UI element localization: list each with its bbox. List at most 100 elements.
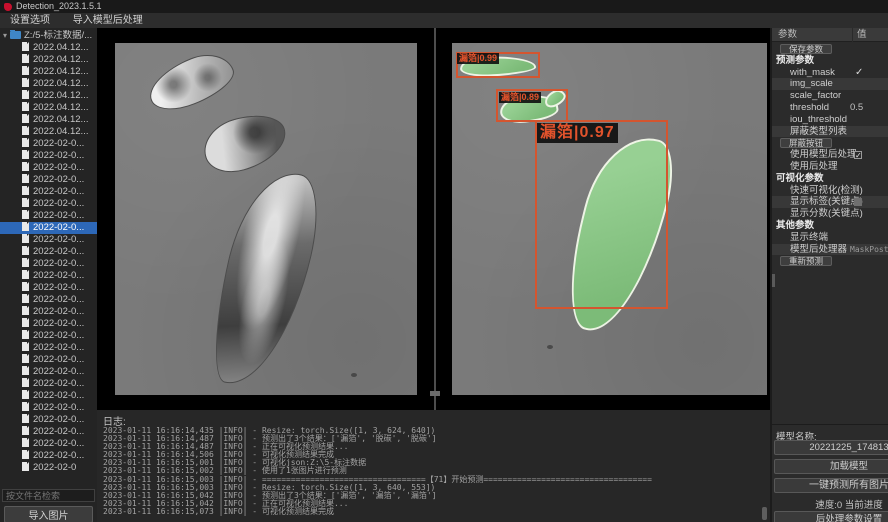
splitter-handle[interactable] — [430, 391, 440, 396]
tree-item[interactable]: 2022.04.12... — [0, 114, 97, 126]
tree-item[interactable]: 2022.04.12... — [0, 90, 97, 102]
params-table-header: 参数 值 — [772, 28, 888, 42]
tree-item-label: 2022-02-0... — [33, 246, 84, 257]
image-viewer: 漏箔|0.99 漏箔|0.89 漏箔|0.97 — [97, 28, 770, 410]
param-label: 显示分数(关键点) — [790, 208, 863, 220]
tree-item-label: 2022-02-0... — [33, 162, 84, 173]
tree-root-folder[interactable]: ▾ Z:/5-标注数据/... — [0, 30, 97, 42]
tree-item[interactable]: 2022-02-0... — [0, 294, 97, 306]
defect-blob — [197, 106, 292, 179]
chevron-down-icon[interactable]: ▾ — [0, 30, 10, 42]
source-image-panel[interactable] — [115, 43, 417, 395]
file-icon — [22, 78, 29, 87]
param-label: img_scale — [790, 78, 833, 90]
menu-import-postprocess[interactable]: 导入模型后处理 — [63, 13, 153, 28]
tree-root-label: Z:/5-标注数据/... — [24, 30, 92, 41]
param-button[interactable]: 保存参数 — [780, 44, 832, 54]
param-value: 0.5 — [850, 102, 863, 114]
tree-item[interactable]: 2022-02-0... — [0, 186, 97, 198]
tree-item[interactable]: 2022-02-0... — [0, 318, 97, 330]
tree-item[interactable]: 2022-02-0... — [0, 402, 97, 414]
prediction-image-panel[interactable]: 漏箔|0.99 漏箔|0.89 漏箔|0.97 — [452, 43, 767, 395]
file-icon — [22, 114, 29, 123]
tree-item[interactable]: 2022.04.12... — [0, 42, 97, 54]
tree-item[interactable]: 2022-02-0... — [0, 342, 97, 354]
tree-item-label: 2022-02-0... — [33, 330, 84, 341]
search-input[interactable] — [2, 489, 95, 502]
tree-item[interactable]: 2022-02-0... — [0, 330, 97, 342]
tree-item[interactable]: 2022-02-0... — [0, 210, 97, 222]
param-row: 使用模型后处理✓ — [772, 149, 888, 161]
file-icon — [22, 282, 29, 291]
tree-item[interactable]: 2022-02-0... — [0, 378, 97, 390]
tree-item[interactable]: 2022.04.12... — [0, 54, 97, 66]
param-label: 显示终端 — [790, 232, 828, 244]
tree-item-label: 2022-02-0... — [33, 210, 84, 221]
tree-item-label: 2022.04.12... — [33, 66, 88, 77]
tree-item-label: 2022-02-0... — [33, 414, 84, 425]
tree-item[interactable]: 2022-02-0... — [0, 150, 97, 162]
panel-splitter[interactable] — [434, 28, 436, 410]
tree-item-label: 2022-02-0... — [33, 378, 84, 389]
tree-item[interactable]: 2022-02-0... — [0, 138, 97, 150]
tree-item[interactable]: 2022-02-0... — [0, 234, 97, 246]
defect-blob — [142, 45, 240, 119]
file-icon — [22, 378, 29, 387]
detection-label: 漏箔|0.89 — [499, 92, 541, 103]
tree-item[interactable]: 2022.04.12... — [0, 78, 97, 90]
param-row: with_mask✓ — [772, 67, 888, 79]
file-icon — [22, 198, 29, 207]
model-name-value[interactable]: 20221225_174813 — [774, 440, 888, 455]
param-row: 模型后处理器MaskPostPro — [772, 244, 888, 256]
tree-item[interactable]: 2022-02-0... — [0, 414, 97, 426]
tree-item[interactable]: 2022.04.12... — [0, 102, 97, 114]
param-button[interactable]: 重新预测 — [780, 256, 832, 266]
tree-item[interactable]: 2022-02-0... — [0, 198, 97, 210]
checkbox[interactable] — [854, 198, 862, 206]
file-icon — [22, 66, 29, 75]
param-row: img_scale — [772, 78, 888, 90]
param-row: 重新预测 — [772, 255, 888, 267]
tree-item-label: 2022-02-0... — [33, 450, 84, 461]
tree-item[interactable]: 2022-02-0... — [0, 246, 97, 258]
tree-item[interactable]: 2022-02-0... — [0, 282, 97, 294]
param-row: 可视化参数 — [772, 173, 888, 185]
import-images-button[interactable]: 导入图片 — [4, 506, 93, 522]
param-button[interactable]: 屏蔽按钮 — [780, 138, 832, 148]
tree-item-label: 2022-02-0... — [33, 150, 84, 161]
menu-settings[interactable]: 设置选项 — [0, 13, 60, 28]
tree-item[interactable]: 2022.04.12... — [0, 66, 97, 78]
tree-item[interactable]: 2022.04.12... — [0, 126, 97, 138]
tree-item[interactable]: 2022-02-0... — [0, 426, 97, 438]
predict-all-button[interactable]: 一键预测所有图片 — [774, 478, 888, 493]
tree-item[interactable]: 2022-02-0... — [0, 438, 97, 450]
tree-item[interactable]: 2022-02-0... — [0, 366, 97, 378]
tree-item[interactable]: 2022-02-0... — [0, 222, 97, 234]
tree-item-label: 2022-02-0... — [33, 294, 84, 305]
log-panel: 日志: 2023-01-11 16:16:14,435 |INFO| - Res… — [97, 410, 770, 522]
tree-item[interactable]: 2022-02-0... — [0, 270, 97, 282]
tree-item[interactable]: 2022-02-0... — [0, 174, 97, 186]
tree-item[interactable]: 2022-02-0... — [0, 390, 97, 402]
tree-item[interactable]: 2022-02-0... — [0, 354, 97, 366]
postprocess-params-button[interactable]: 后处理参数设置 — [774, 511, 888, 522]
log-scrollbar[interactable] — [762, 507, 767, 520]
tree-item[interactable]: 2022-02-0... — [0, 162, 97, 174]
param-section-label: 其他参数 — [776, 220, 814, 232]
file-icon — [22, 258, 29, 267]
tree-item-label: 2022-02-0... — [33, 318, 84, 329]
file-icon — [22, 402, 29, 411]
check-icon: ✓ — [855, 67, 863, 79]
tree-item[interactable]: 2022-02-0... — [0, 306, 97, 318]
tree-item[interactable]: 2022-02-0... — [0, 450, 97, 462]
load-model-button[interactable]: 加载模型 — [774, 459, 888, 474]
image-speck — [547, 345, 553, 349]
tree-item[interactable]: 2022-02-0... — [0, 258, 97, 270]
tree-item[interactable]: 2022-02-0 — [0, 462, 97, 474]
tree-item-label: 2022-02-0... — [33, 234, 84, 245]
param-label: 显示标签(关键点) — [790, 196, 863, 208]
checkbox[interactable]: ✓ — [854, 151, 862, 159]
params-scrollbar[interactable] — [772, 274, 775, 287]
model-section: 模型名称: 20221225_174813 加载模型 一键预测所有图片 速度:0… — [772, 424, 888, 522]
tree-item-label: 2022-02-0... — [33, 174, 84, 185]
